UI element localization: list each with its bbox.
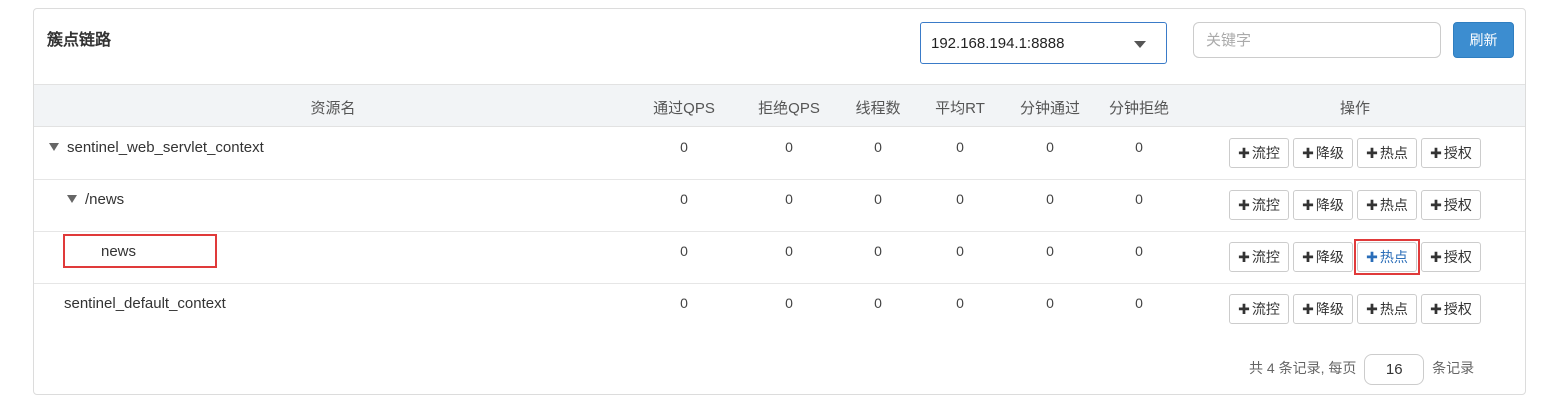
plus-icon: ✚	[1302, 301, 1314, 317]
col-pass-qps: 通过QPS	[653, 100, 715, 117]
cluster-link-panel: 簇点链路 192.168.194.1:8888 刷新 资源名 通过QPS 拒绝Q…	[33, 8, 1526, 395]
plus-icon: ✚	[1302, 249, 1314, 265]
expand-triangle-icon[interactable]	[49, 143, 59, 151]
flow-control-button[interactable]: ✚ 流控	[1229, 242, 1289, 272]
block-qps-cell: 0	[785, 295, 793, 311]
hotspot-button[interactable]: ✚ 热点	[1357, 190, 1417, 220]
hotspot-button[interactable]: ✚ 热点	[1357, 294, 1417, 324]
threads-cell: 0	[874, 243, 882, 259]
pagination-suffix-label: 条记录	[1432, 360, 1475, 377]
plus-icon: ✚	[1366, 301, 1378, 317]
authority-button[interactable]: ✚ 授权	[1421, 294, 1481, 324]
page-title: 簇点链路	[47, 32, 112, 49]
plus-icon: ✚	[1238, 301, 1250, 317]
table-row: news 0 0 0 0 0 0 ✚ 流控 ✚ 降级 ✚ 热点 ✚ 授权	[34, 232, 1525, 284]
plus-icon: ✚	[1302, 197, 1314, 213]
block-qps-cell: 0	[785, 191, 793, 207]
caret-down-icon	[1134, 41, 1146, 48]
pagination: 共 4 条记录, 每页 16 条记录	[1249, 354, 1474, 385]
machine-select-value: 192.168.194.1:8888	[931, 35, 1065, 52]
highlight-box	[63, 234, 217, 268]
minute-block-cell: 0	[1135, 139, 1143, 155]
threads-cell: 0	[874, 139, 882, 155]
resource-name-cell: sentinel_web_servlet_context	[49, 139, 264, 156]
hotspot-button[interactable]: ✚ 热点	[1357, 138, 1417, 168]
block-qps-cell: 0	[785, 243, 793, 259]
plus-icon: ✚	[1238, 145, 1250, 161]
minute-pass-cell: 0	[1046, 191, 1054, 207]
flow-control-button[interactable]: ✚ 流控	[1229, 294, 1289, 324]
degrade-button[interactable]: ✚ 降级	[1293, 138, 1353, 168]
avg-rt-cell: 0	[956, 243, 964, 259]
threads-cell: 0	[874, 295, 882, 311]
flow-control-button[interactable]: ✚ 流控	[1229, 190, 1289, 220]
col-minute-block: 分钟拒绝	[1108, 100, 1170, 117]
table-row: sentinel_web_servlet_context 0 0 0 0 0 0…	[34, 128, 1525, 180]
pass-qps-cell: 0	[680, 191, 688, 207]
plus-icon: ✚	[1238, 249, 1250, 265]
degrade-button[interactable]: ✚ 降级	[1293, 294, 1353, 324]
authority-button[interactable]: ✚ 授权	[1421, 190, 1481, 220]
minute-pass-cell: 0	[1046, 243, 1054, 259]
avg-rt-cell: 0	[956, 191, 964, 207]
col-actions: 操作	[1339, 100, 1371, 117]
table-header: 资源名 通过QPS 拒绝QPS 线程数 平均RT 分钟通过 分钟拒绝 操作	[34, 84, 1525, 127]
plus-icon: ✚	[1238, 197, 1250, 213]
plus-icon: ✚	[1430, 197, 1442, 213]
plus-icon: ✚	[1366, 197, 1378, 213]
block-qps-cell: 0	[785, 139, 793, 155]
authority-button[interactable]: ✚ 授权	[1421, 242, 1481, 272]
plus-icon: ✚	[1366, 145, 1378, 161]
table-row: sentinel_default_context 0 0 0 0 0 0 ✚ 流控…	[34, 284, 1525, 336]
authority-button[interactable]: ✚ 授权	[1421, 138, 1481, 168]
expand-triangle-icon[interactable]	[67, 195, 77, 203]
minute-block-cell: 0	[1135, 295, 1143, 311]
minute-pass-cell: 0	[1046, 295, 1054, 311]
pass-qps-cell: 0	[680, 139, 688, 155]
pagination-total-label: 共 4 条记录, 每页	[1249, 360, 1357, 377]
col-block-qps: 拒绝QPS	[758, 100, 820, 117]
pass-qps-cell: 0	[680, 243, 688, 259]
threads-cell: 0	[874, 191, 882, 207]
col-threads: 线程数	[855, 100, 901, 117]
avg-rt-cell: 0	[956, 139, 964, 155]
plus-icon: ✚	[1430, 249, 1442, 265]
col-resource-name: 资源名	[310, 100, 356, 117]
resource-name-cell: /news	[67, 191, 124, 208]
machine-select[interactable]: 192.168.194.1:8888	[920, 22, 1167, 64]
hotspot-button[interactable]: ✚ 热点	[1357, 242, 1417, 272]
page-size-input[interactable]: 16	[1364, 354, 1425, 385]
resource-name-cell: news	[101, 243, 137, 260]
avg-rt-cell: 0	[956, 295, 964, 311]
resource-name-cell: sentinel_default_context	[64, 295, 226, 312]
plus-icon: ✚	[1430, 301, 1442, 317]
degrade-button[interactable]: ✚ 降级	[1293, 242, 1353, 272]
minute-block-cell: 0	[1135, 191, 1143, 207]
flow-control-button[interactable]: ✚ 流控	[1229, 138, 1289, 168]
search-input[interactable]	[1193, 22, 1441, 58]
table-row: /news 0 0 0 0 0 0 ✚ 流控 ✚ 降级 ✚ 热点 ✚ 授权	[34, 180, 1525, 232]
degrade-button[interactable]: ✚ 降级	[1293, 190, 1353, 220]
pass-qps-cell: 0	[680, 295, 688, 311]
minute-block-cell: 0	[1135, 243, 1143, 259]
minute-pass-cell: 0	[1046, 139, 1054, 155]
plus-icon: ✚	[1366, 249, 1378, 265]
plus-icon: ✚	[1430, 145, 1442, 161]
refresh-button[interactable]: 刷新	[1453, 22, 1514, 58]
plus-icon: ✚	[1302, 145, 1314, 161]
col-minute-pass: 分钟通过	[1019, 100, 1081, 117]
col-avg-rt: 平均RT	[935, 100, 985, 117]
